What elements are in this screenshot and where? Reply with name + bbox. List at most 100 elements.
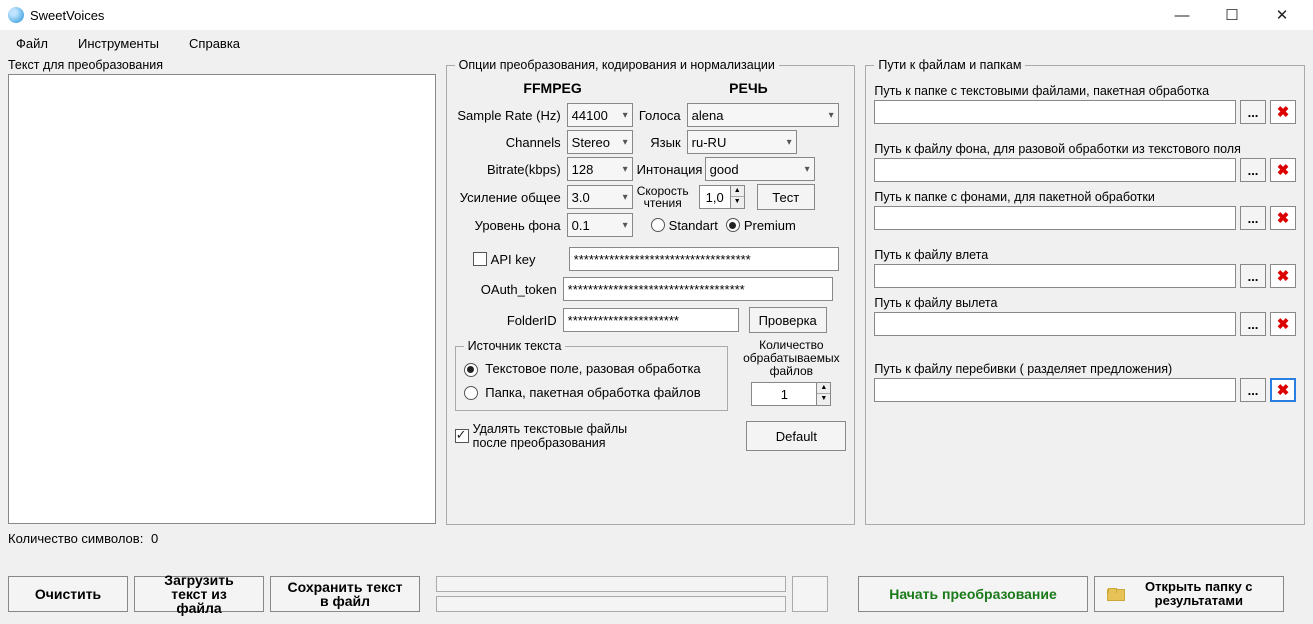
ffmpeg-header: FFMPEG xyxy=(455,76,651,100)
path1-label: Путь к папке с текстовыми файлами, пакет… xyxy=(874,84,1296,98)
chevron-down-icon: ▼ xyxy=(731,197,744,208)
standart-radio[interactable] xyxy=(651,218,665,232)
premium-label: Premium xyxy=(744,218,796,233)
path4-field[interactable] xyxy=(874,264,1236,288)
channels-select[interactable]: Stereo▾ xyxy=(567,130,633,154)
api-key-label: API key xyxy=(491,252,569,267)
path5-clear[interactable]: ✖ xyxy=(1270,312,1296,336)
path6-clear[interactable]: ✖ xyxy=(1270,378,1296,402)
folder-icon xyxy=(1107,588,1119,601)
speech-header: РЕЧЬ xyxy=(651,76,847,100)
path2-clear[interactable]: ✖ xyxy=(1270,158,1296,182)
window-title: SweetVoices xyxy=(30,8,104,23)
start-button[interactable]: Начать преобразование xyxy=(858,576,1088,612)
close-icon: ✖ xyxy=(1277,267,1290,285)
path3-field[interactable] xyxy=(874,206,1236,230)
progress-box xyxy=(792,576,828,612)
clear-button[interactable]: Очистить xyxy=(8,576,128,612)
maximize-button[interactable]: ☐ xyxy=(1217,6,1247,24)
path6-browse[interactable]: ... xyxy=(1240,378,1266,402)
api-key-check[interactable] xyxy=(473,252,487,266)
path5-label: Путь к файлу вылета xyxy=(874,296,1296,310)
path3-clear[interactable]: ✖ xyxy=(1270,206,1296,230)
bg-level-select[interactable]: 0.1▾ xyxy=(567,213,633,237)
source-folder-radio[interactable] xyxy=(464,386,478,400)
speed-stepper[interactable]: 1,0▲▼ xyxy=(699,185,745,209)
options-group: Опции преобразования, кодирования и норм… xyxy=(446,58,856,525)
path3-label: Путь к папке с фонами, для пакетной обра… xyxy=(874,190,1296,204)
close-button[interactable]: ✕ xyxy=(1267,6,1297,24)
paths-group: Пути к файлам и папкам Путь к папке с те… xyxy=(865,58,1305,525)
bitrate-select[interactable]: 128▾ xyxy=(567,157,633,181)
voice-label: Голоса xyxy=(633,108,687,123)
path1-field[interactable] xyxy=(874,100,1236,124)
status-box-2 xyxy=(436,596,786,612)
oauth-label: OAuth_token xyxy=(455,282,563,297)
gain-select[interactable]: 3.0▾ xyxy=(567,185,633,209)
gain-label: Усиление общее xyxy=(455,190,567,205)
source-folder-label: Папка, пакетная обработка файлов xyxy=(485,385,700,400)
standart-label: Standart xyxy=(669,218,718,233)
open-folder-button[interactable]: Открыть папку с результатами xyxy=(1094,576,1284,612)
close-icon: ✖ xyxy=(1277,315,1290,333)
api-key-field[interactable] xyxy=(569,247,839,271)
lang-label: Язык xyxy=(633,135,687,150)
intonation-select[interactable]: good▾ xyxy=(705,157,815,181)
text-input[interactable] xyxy=(8,74,436,524)
path4-clear[interactable]: ✖ xyxy=(1270,264,1296,288)
oauth-field[interactable] xyxy=(563,277,833,301)
test-button[interactable]: Тест xyxy=(757,184,815,210)
delete-after-label: Удалять текстовые файлы после преобразов… xyxy=(473,422,633,450)
titlebar: SweetVoices — ☐ ✕ xyxy=(0,0,1313,30)
path1-clear[interactable]: ✖ xyxy=(1270,100,1296,124)
intonation-label: Интонация xyxy=(633,162,705,177)
samplerate-select[interactable]: 44100▾ xyxy=(567,103,633,127)
close-icon: ✖ xyxy=(1277,381,1290,399)
lang-select[interactable]: ru-RU▾ xyxy=(687,130,797,154)
status-box-1 xyxy=(436,576,786,592)
bg-level-label: Уровень фона xyxy=(455,218,567,233)
voice-select[interactable]: alena▾ xyxy=(687,103,839,127)
default-button[interactable]: Default xyxy=(746,421,846,451)
close-icon: ✖ xyxy=(1277,103,1290,121)
options-legend: Опции преобразования, кодирования и норм… xyxy=(455,58,779,72)
menu-tools[interactable]: Инструменты xyxy=(72,34,165,53)
close-icon: ✖ xyxy=(1277,161,1290,179)
menu-file[interactable]: Файл xyxy=(10,34,54,53)
path6-field[interactable] xyxy=(874,378,1236,402)
menu-help[interactable]: Справка xyxy=(183,34,246,53)
path6-label: Путь к файлу перебивки ( разделяет предл… xyxy=(874,362,1296,376)
charcount-label: Количество символов: xyxy=(8,531,143,546)
source-group: Источник текста Текстовое поле, разовая … xyxy=(455,339,729,411)
text-input-label: Текст для преобразования xyxy=(8,58,436,72)
check-button[interactable]: Проверка xyxy=(749,307,827,333)
path2-label: Путь к файлу фона, для разовой обработки… xyxy=(874,142,1296,156)
folderid-field[interactable] xyxy=(563,308,739,332)
path1-browse[interactable]: ... xyxy=(1240,100,1266,124)
close-icon: ✖ xyxy=(1277,209,1290,227)
path3-browse[interactable]: ... xyxy=(1240,206,1266,230)
path2-field[interactable] xyxy=(874,158,1236,182)
chevron-up-icon: ▲ xyxy=(731,186,744,197)
menubar: Файл Инструменты Справка xyxy=(0,30,1313,54)
path2-browse[interactable]: ... xyxy=(1240,158,1266,182)
minimize-button[interactable]: — xyxy=(1167,7,1197,24)
path4-label: Путь к файлу влета xyxy=(874,248,1296,262)
channels-label: Channels xyxy=(455,135,567,150)
samplerate-label: Sample Rate (Hz) xyxy=(455,108,567,123)
path5-field[interactable] xyxy=(874,312,1236,336)
charcount-value: 0 xyxy=(151,531,158,546)
source-textfield-radio[interactable] xyxy=(464,363,478,377)
source-legend: Источник текста xyxy=(464,339,566,353)
files-count-stepper[interactable]: 1▲▼ xyxy=(751,382,831,406)
source-textfield-label: Текстовое поле, разовая обработка xyxy=(485,361,700,376)
path4-browse[interactable]: ... xyxy=(1240,264,1266,288)
open-folder-label: Открыть папку с результатами xyxy=(1127,580,1271,608)
files-count-label: Количество обрабатываемых файлов xyxy=(736,339,846,378)
load-button[interactable]: Загрузить текст из файла xyxy=(134,576,264,612)
premium-radio[interactable] xyxy=(726,218,740,232)
path5-browse[interactable]: ... xyxy=(1240,312,1266,336)
save-button[interactable]: Сохранить текст в файл xyxy=(270,576,420,612)
delete-after-check[interactable] xyxy=(455,429,469,443)
folderid-label: FolderID xyxy=(455,313,563,328)
